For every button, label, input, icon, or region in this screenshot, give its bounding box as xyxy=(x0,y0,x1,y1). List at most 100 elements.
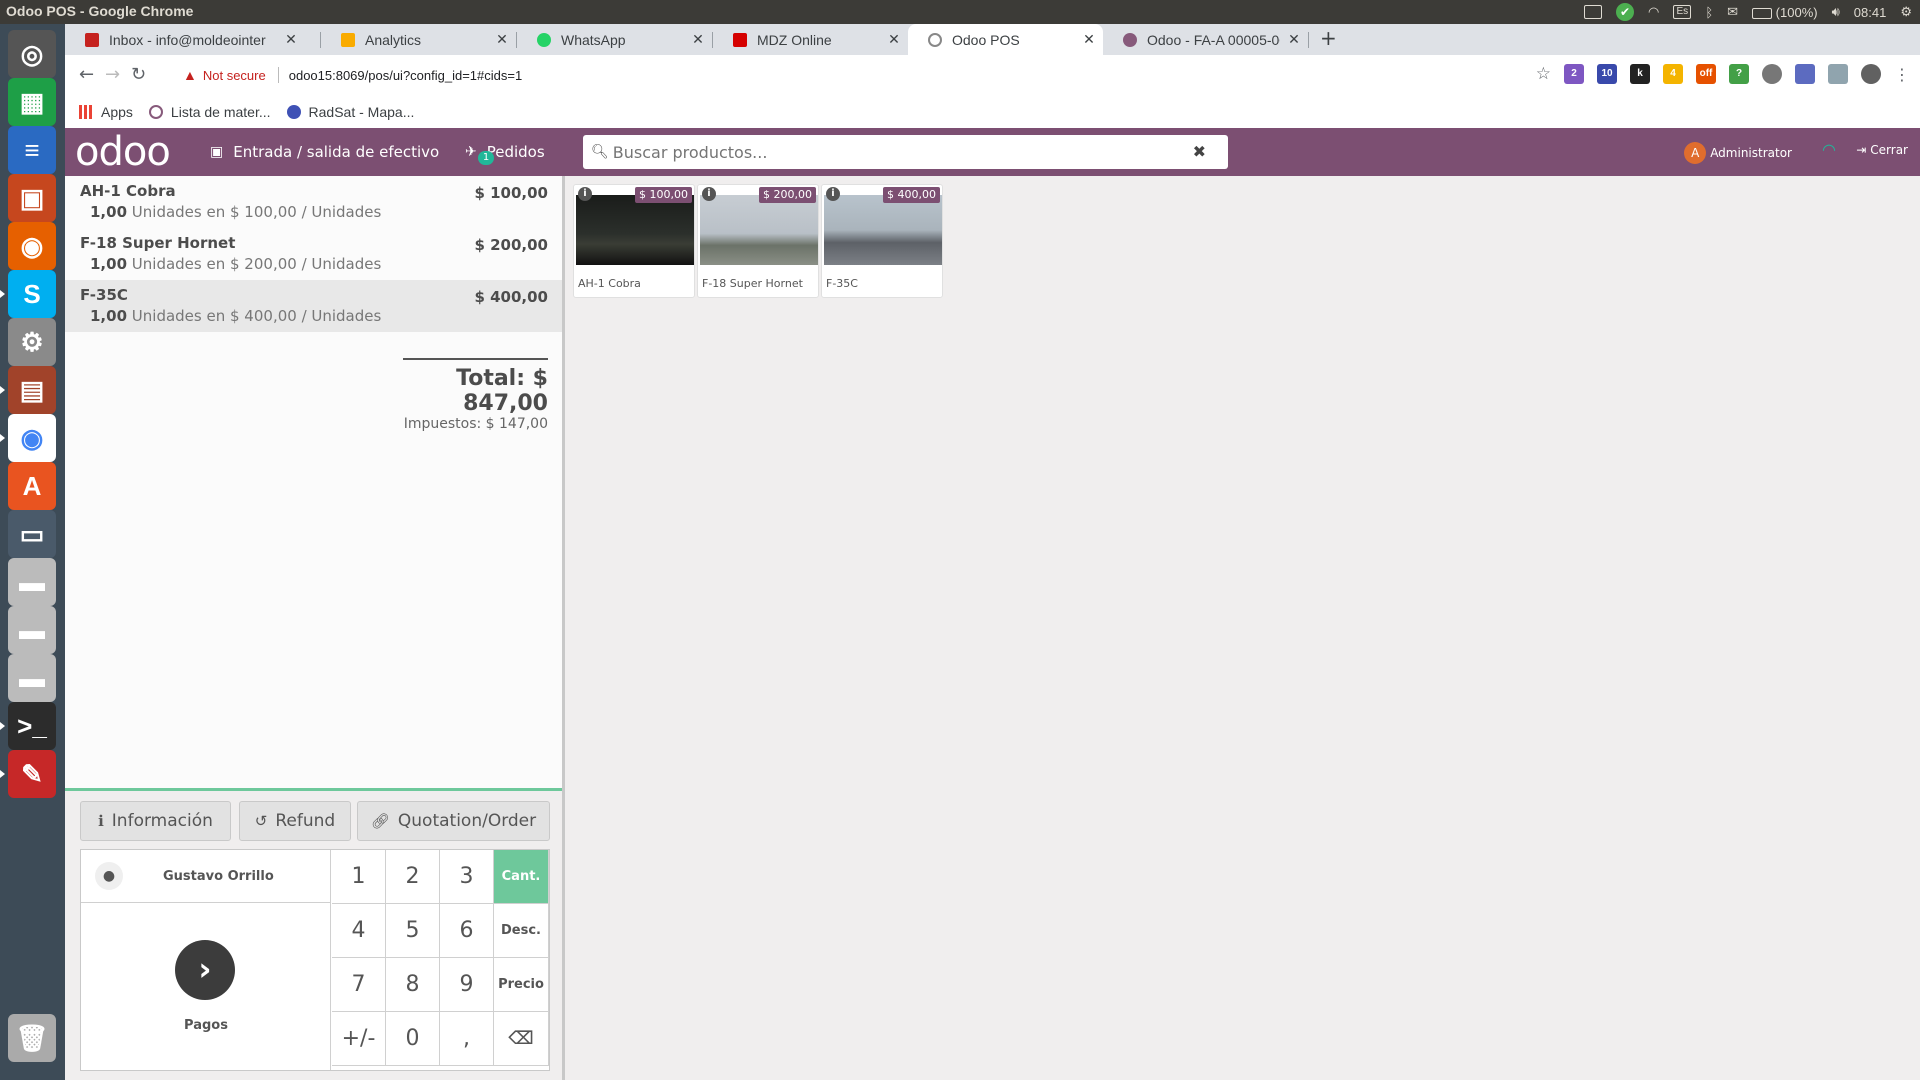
product-card[interactable]: i $ 200,00 F-18 Super Hornet xyxy=(697,184,819,298)
close-tab-icon[interactable]: ✕ xyxy=(277,31,305,48)
connection-status-icon[interactable]: ◠ xyxy=(1822,140,1836,159)
settings-gear-icon[interactable]: ⚙ xyxy=(1900,4,1912,20)
cash-in-out-button[interactable]: ▣ Entrada / salida de efectivo xyxy=(210,128,439,176)
order-line[interactable]: AH-1 Cobra $ 100,00 1,00 Unidades en $ 1… xyxy=(65,176,562,228)
extension-icon[interactable]: off xyxy=(1696,64,1716,84)
extension-icon[interactable] xyxy=(1762,64,1782,84)
impress-icon[interactable]: ▣ xyxy=(8,174,56,222)
order-line[interactable]: F-18 Super Hornet $ 200,00 1,00 Unidades… xyxy=(65,228,562,280)
refund-button[interactable]: ↺ Refund xyxy=(239,801,351,841)
close-tab-icon[interactable]: ✕ xyxy=(684,31,712,48)
pdf-reader-icon[interactable]: ✎ xyxy=(0,750,56,798)
terminal-icon[interactable]: >_ xyxy=(0,702,56,750)
bookmark-apps[interactable]: Apps xyxy=(79,104,133,120)
clock[interactable]: 08:41 xyxy=(1854,5,1887,20)
mode-price-button[interactable]: Precio xyxy=(494,958,549,1012)
mode-discount-button[interactable]: Desc. xyxy=(494,904,549,958)
security-label[interactable]: Not secure xyxy=(203,68,266,83)
numpad-key-6[interactable]: 6 xyxy=(440,904,494,958)
forward-arrow-icon[interactable]: → xyxy=(105,64,120,85)
reload-icon[interactable]: ↻ xyxy=(131,64,146,85)
mail-icon[interactable]: ✉ xyxy=(1727,4,1738,20)
ubuntu-dash-icon[interactable]: ◎ xyxy=(8,30,56,78)
drive-icon[interactable] xyxy=(1583,5,1602,19)
product-info-icon[interactable]: i xyxy=(702,187,716,201)
bluetooth-icon[interactable]: ᛒ xyxy=(1705,5,1713,20)
numpad-key-3[interactable]: 3 xyxy=(440,850,494,904)
numpad-key-7[interactable]: 7 xyxy=(332,958,386,1012)
extension-help-icon[interactable]: ? xyxy=(1729,64,1749,84)
trash-icon[interactable]: 🗑︎ xyxy=(8,1014,56,1062)
close-tab-icon[interactable]: ✕ xyxy=(880,31,908,48)
close-tab-icon[interactable]: ✕ xyxy=(488,31,516,48)
numpad-key-5[interactable]: 5 xyxy=(386,904,440,958)
extension-icon[interactable] xyxy=(1828,64,1848,84)
workspace-switcher-icon[interactable]: ▭ xyxy=(8,510,56,558)
extension-icon[interactable]: 4 xyxy=(1663,64,1683,84)
drive-icon[interactable]: ▬ xyxy=(8,654,56,702)
file-manager-icon[interactable]: ▤ xyxy=(0,366,56,414)
numpad-key-plus-minus[interactable]: +/- xyxy=(332,1012,386,1066)
battery-indicator[interactable]: (100%) xyxy=(1752,5,1818,20)
tab-odoo-invoice[interactable]: Odoo - FA-A 00005-000000 ✕ xyxy=(1103,24,1308,55)
skype-icon[interactable]: S xyxy=(0,270,56,318)
extension-k-icon[interactable]: k xyxy=(1630,64,1650,84)
numpad-key-9[interactable]: 9 xyxy=(440,958,494,1012)
product-card[interactable]: i $ 400,00 F-35C xyxy=(821,184,943,298)
new-tab-button[interactable]: + xyxy=(1320,26,1337,50)
software-center-icon[interactable]: A xyxy=(8,462,56,510)
tab-whatsapp[interactable]: WhatsApp ✕ xyxy=(517,24,712,55)
mode-quantity-button[interactable]: Cant. xyxy=(494,850,549,904)
numpad-key-8[interactable]: 8 xyxy=(386,958,440,1012)
bookmark-star-icon[interactable]: ☆ xyxy=(1536,64,1551,84)
chrome-icon[interactable]: ◉ xyxy=(0,414,56,462)
product-info-icon[interactable]: i xyxy=(826,187,840,201)
clear-search-icon[interactable]: ✖ xyxy=(1193,142,1206,161)
bookmark-lista[interactable]: Lista de mater... xyxy=(148,104,271,120)
product-search[interactable]: 🔍︎ ✖ xyxy=(583,135,1228,169)
bookmark-radsat[interactable]: RadSat - Mapa... xyxy=(286,104,414,120)
firefox-icon[interactable]: ◉ xyxy=(8,222,56,270)
omnibox[interactable]: ▲ Not secure odoo15:8069/pos/ui?config_i… xyxy=(183,60,1583,90)
info-button[interactable]: ℹ Información xyxy=(80,801,231,841)
close-tab-icon[interactable]: ✕ xyxy=(1075,31,1103,48)
product-card[interactable]: i $ 100,00 AH-1 Cobra xyxy=(573,184,695,298)
quotation-order-button[interactable]: 🔗︎ Quotation/Order xyxy=(357,801,550,841)
backspace-icon[interactable]: ⌫ xyxy=(494,1012,549,1066)
spreadsheet-icon[interactable]: ▦ xyxy=(8,78,56,126)
drive-icon[interactable]: ▬ xyxy=(8,606,56,654)
sync-ok-icon[interactable]: ✔ xyxy=(1615,3,1634,21)
volume-icon[interactable]: 🔊︎ xyxy=(1832,4,1840,20)
tab-strip: Inbox - info@moldeointer ✕ Analytics ✕ W… xyxy=(65,24,1920,55)
keyboard-layout[interactable]: Es xyxy=(1673,5,1692,19)
profile-avatar[interactable] xyxy=(1861,64,1881,84)
extension-icon[interactable]: 10 xyxy=(1597,64,1617,84)
search-input[interactable] xyxy=(612,142,1173,162)
close-session-button[interactable]: ⇥ Cerrar xyxy=(1856,143,1908,157)
tab-inbox[interactable]: Inbox - info@moldeointer ✕ xyxy=(65,24,305,55)
back-arrow-icon[interactable]: ← xyxy=(79,64,94,85)
numpad-key-2[interactable]: 2 xyxy=(386,850,440,904)
user-menu[interactable]: A Administrator xyxy=(1684,142,1792,164)
numpad-key-4[interactable]: 4 xyxy=(332,904,386,958)
wifi-icon[interactable]: ◠ xyxy=(1648,4,1659,20)
customer-button[interactable]: ● Gustavo Orrillo xyxy=(81,850,331,903)
numpad-key-1[interactable]: 1 xyxy=(332,850,386,904)
tab-odoo-pos[interactable]: Odoo POS ✕ xyxy=(908,24,1103,55)
url-text[interactable]: odoo15:8069/pos/ui?config_id=1#cids=1 xyxy=(289,68,522,83)
order-line-selected[interactable]: F-35C $ 400,00 1,00 Unidades en $ 400,00… xyxy=(65,280,562,332)
numpad-key-decimal[interactable]: , xyxy=(440,1012,494,1066)
extension-icon[interactable]: 2 xyxy=(1564,64,1584,84)
drive-icon[interactable]: ▬ xyxy=(8,558,56,606)
product-info-icon[interactable]: i xyxy=(578,187,592,201)
tab-mdz-online[interactable]: MDZ Online ✕ xyxy=(713,24,908,55)
system-settings-icon[interactable]: ⚙ xyxy=(8,318,56,366)
writer-icon[interactable]: ≡ xyxy=(8,126,56,174)
tab-analytics[interactable]: Analytics ✕ xyxy=(321,24,516,55)
close-tab-icon[interactable]: ✕ xyxy=(1280,31,1308,48)
extension-feather-icon[interactable] xyxy=(1795,64,1815,84)
orders-button[interactable]: ✈ 1 Pedidos xyxy=(465,128,545,176)
numpad-key-0[interactable]: 0 xyxy=(386,1012,440,1066)
menu-kebab-icon[interactable]: ⋮ xyxy=(1894,65,1910,84)
payment-button[interactable]: › Pagos xyxy=(81,903,331,1070)
